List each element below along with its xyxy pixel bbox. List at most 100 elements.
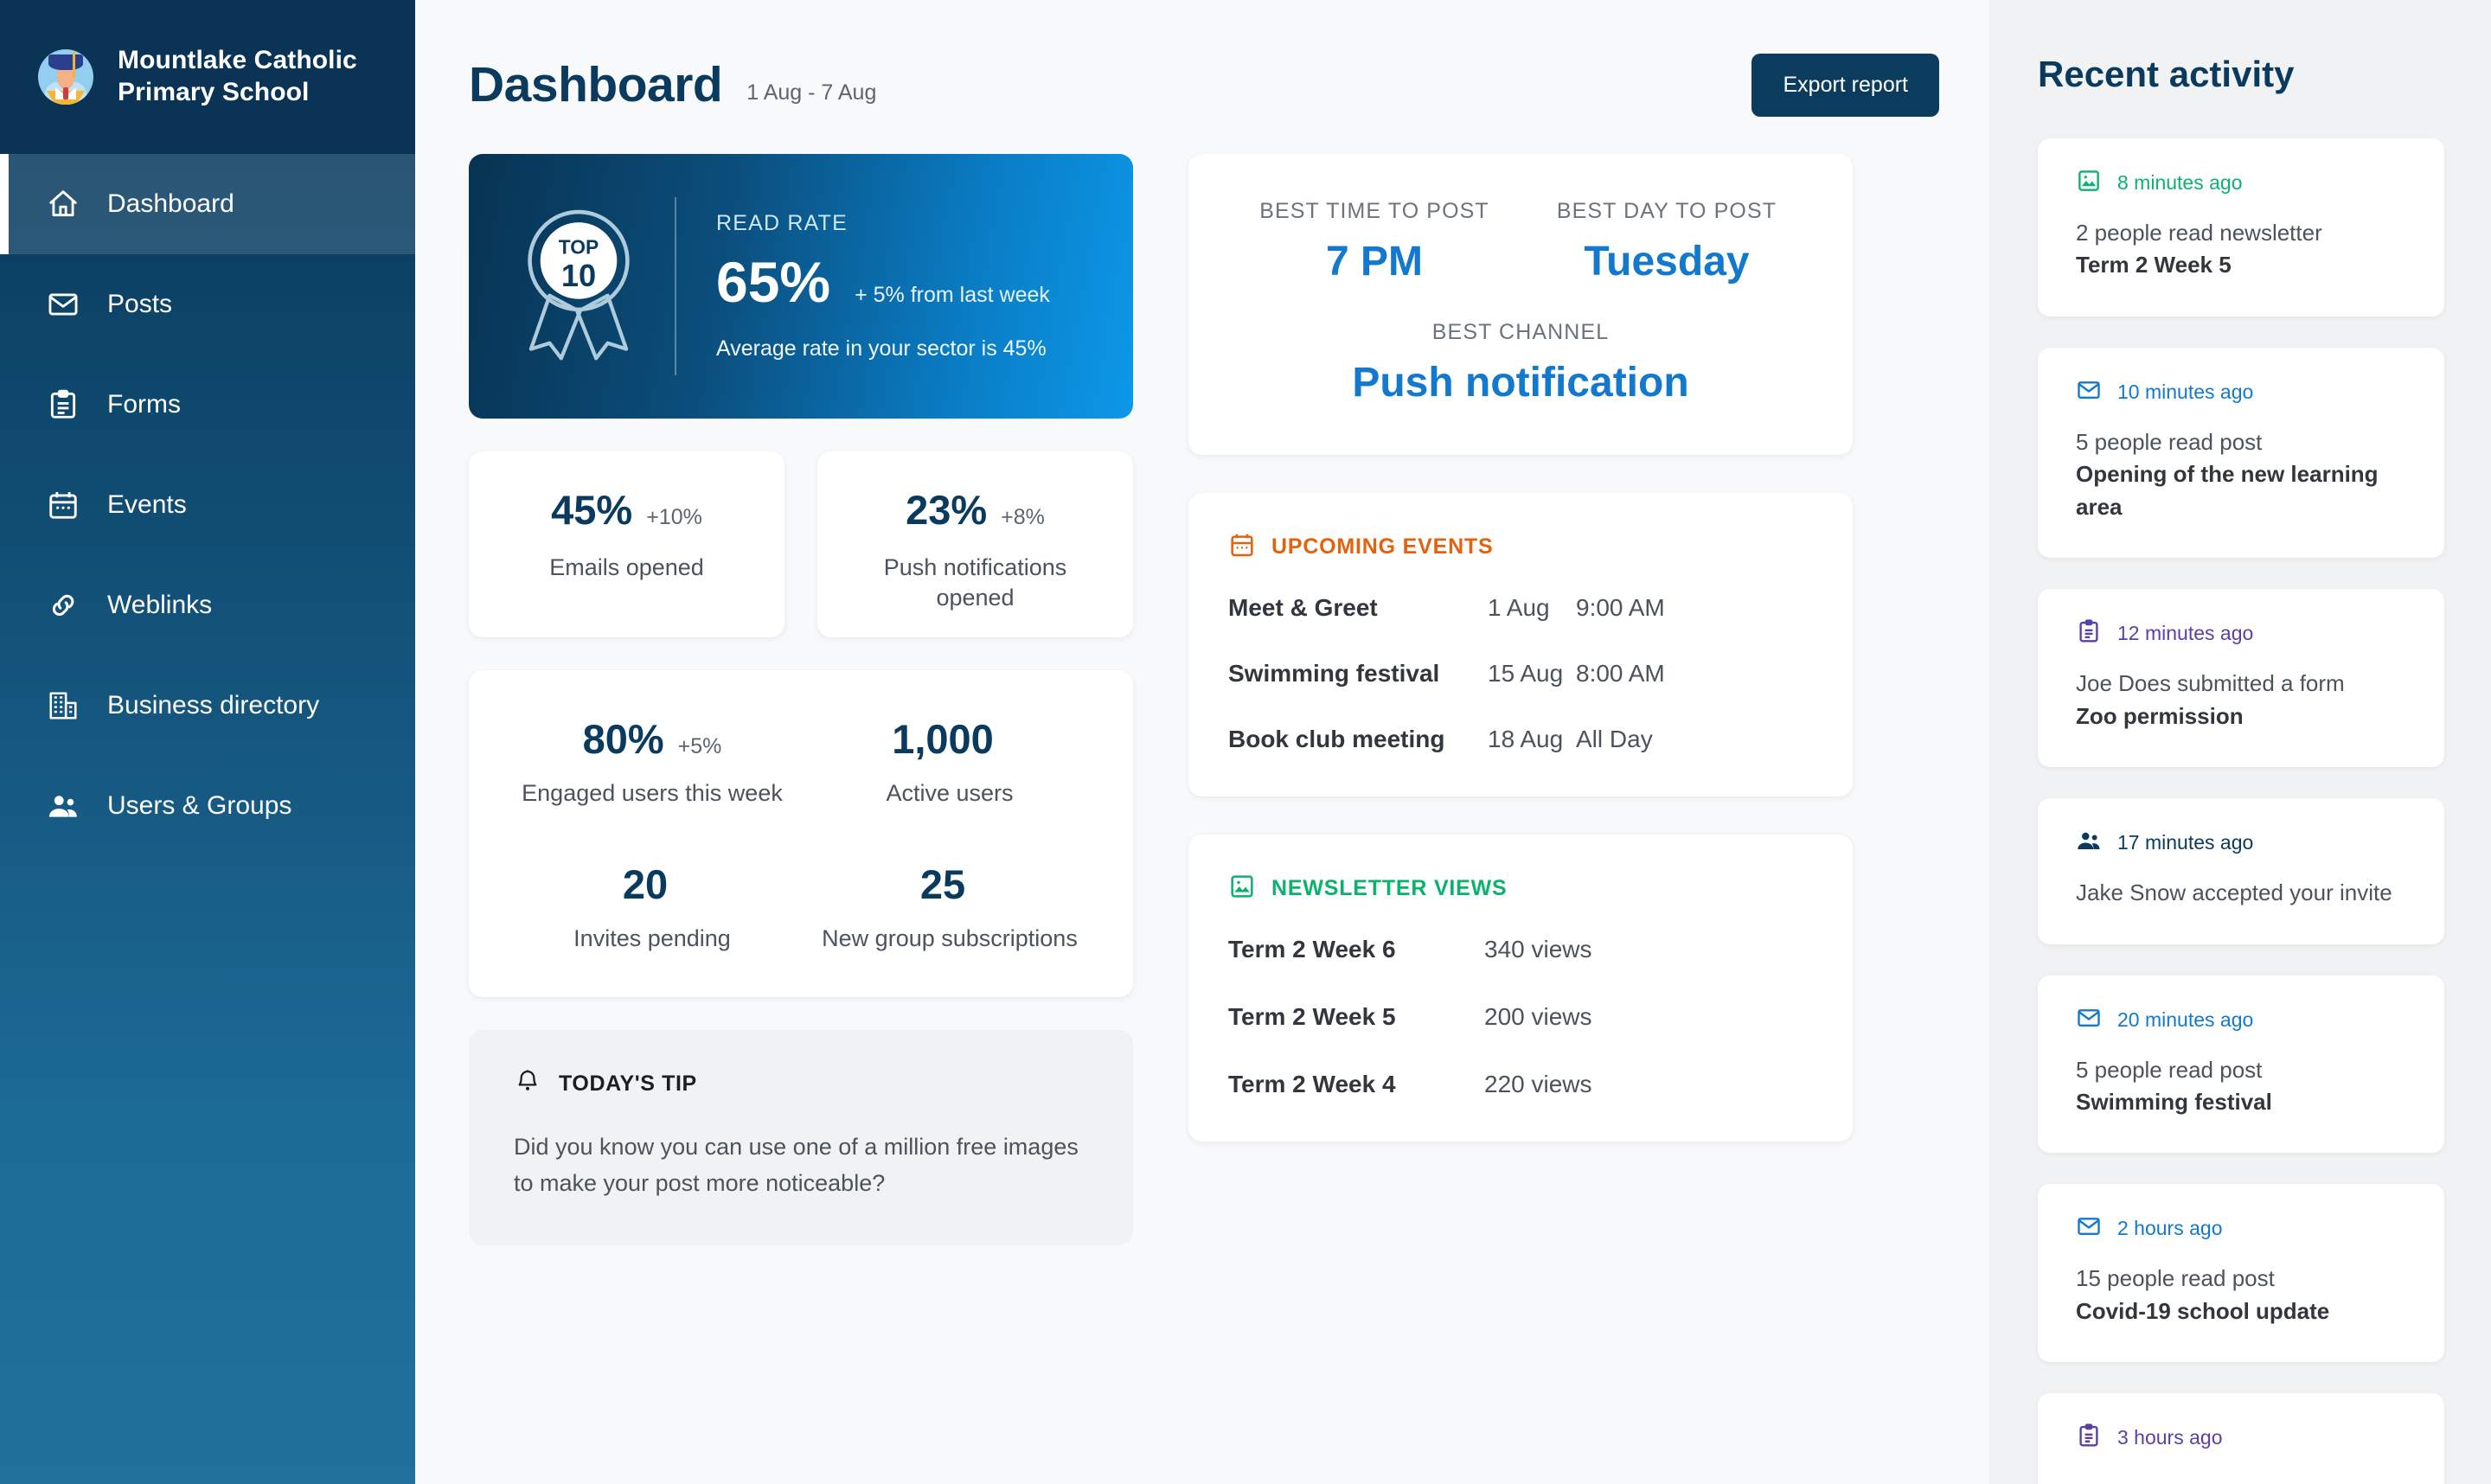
stat-delta: +10% xyxy=(646,505,702,529)
clipboard-icon xyxy=(2076,1423,2102,1453)
page-header: Dashboard 1 Aug - 7 Aug Export report xyxy=(469,45,1939,125)
quad-stat-engaged-users: 80% +5% Engaged users this week xyxy=(503,715,801,807)
recent-activity-panel: Recent activity 8 minutes ago 2 people re… xyxy=(1989,0,2491,1484)
page-title: Dashboard xyxy=(469,57,723,112)
read-rate-label: READ RATE xyxy=(716,211,848,235)
tip-title: TODAY'S TIP xyxy=(559,1071,697,1096)
activity-timestamp: 10 minutes ago xyxy=(2117,380,2254,403)
events-title: UPCOMING EVENTS xyxy=(1271,534,1494,559)
envelope-icon xyxy=(45,286,81,323)
newsletter-row[interactable]: Term 2 Week 5 200 views xyxy=(1228,1003,1813,1031)
sidebar-item-weblinks[interactable]: Weblinks xyxy=(0,555,415,656)
calendar-icon xyxy=(1228,531,1256,563)
event-name: Book club meeting xyxy=(1228,726,1445,752)
activity-description: 5 people read post xyxy=(2076,428,2263,455)
quad-value: 25 xyxy=(919,861,966,907)
event-date: 18 Aug xyxy=(1488,726,1564,752)
sidebar-item-dashboard[interactable]: Dashboard xyxy=(0,154,415,254)
sidebar: Mountlake Catholic Primary School Dashboa… xyxy=(0,0,415,1484)
best-post-metrics-card: BEST TIME TO POST 7 PM BEST DAY TO POST … xyxy=(1188,154,1853,455)
svg-text:10: 10 xyxy=(561,258,596,293)
left-column: TOP 10 READ RATE 65% + 5% from last week… xyxy=(469,154,1133,1245)
activity-description: 15 people read post xyxy=(2076,1265,2275,1292)
clipboard-icon xyxy=(2076,618,2102,649)
event-name: Meet & Greet xyxy=(1228,594,1378,621)
sidebar-item-posts[interactable]: Posts xyxy=(0,254,415,355)
best-time-label: BEST TIME TO POST xyxy=(1259,199,1489,223)
event-time: 9:00 AM xyxy=(1576,594,1665,621)
activity-description: 2 people read newsletter xyxy=(2076,220,2322,246)
sidebar-item-label: Posts xyxy=(107,290,173,318)
activity-item[interactable]: 2 hours ago 15 people read post Covid-19 s… xyxy=(2038,1184,2444,1363)
stat-card-push-notifications-opened: 23% +8% Push notifications opened xyxy=(817,451,1133,637)
clipboard-icon xyxy=(45,387,81,423)
event-date: 15 Aug xyxy=(1488,660,1564,687)
activity-timestamp: 17 minutes ago xyxy=(2117,831,2254,854)
dashboard-app: Mountlake Catholic Primary School Dashboa… xyxy=(0,0,2491,1484)
read-rate-benchmark: Average rate in your sector is 45% xyxy=(716,336,1047,361)
quad-delta: +5% xyxy=(677,734,722,758)
sidebar-item-events[interactable]: Events xyxy=(0,455,415,555)
sidebar-item-forms[interactable]: Forms xyxy=(0,355,415,455)
sidebar-item-users-and-groups[interactable]: Users & Groups xyxy=(0,756,415,856)
best-channel-value: Push notification xyxy=(1352,360,1689,406)
activity-timestamp: 20 minutes ago xyxy=(2117,1007,2254,1031)
image-icon xyxy=(2076,168,2102,198)
newsletter-views-card: NEWSLETTER VIEWS Term 2 Week 6 340 views… xyxy=(1188,835,1853,1142)
users-icon xyxy=(2076,828,2102,858)
newsletter-row[interactable]: Term 2 Week 4 220 views xyxy=(1228,1071,1813,1098)
sidebar-item-label: Users & Groups xyxy=(107,791,292,820)
activity-item[interactable]: 12 minutes ago Joe Does submitted a form Z… xyxy=(2038,589,2444,768)
quad-value: 20 xyxy=(622,861,669,907)
quad-stat-active-users: 1,000 Active users xyxy=(801,715,1098,807)
quad-stat-new-group-subscriptions: 25 New group subscriptions xyxy=(801,860,1098,952)
stat-card-pair: 45% +10% Emails opened 23% +8% Push noti… xyxy=(469,451,1133,637)
sidebar-item-label: Forms xyxy=(107,390,181,419)
sidebar-item-business-directory[interactable]: Business directory xyxy=(0,656,415,756)
quad-value: 80% xyxy=(582,716,664,762)
middle-column: BEST TIME TO POST 7 PM BEST DAY TO POST … xyxy=(1188,154,1853,1245)
activity-item[interactable]: 3 hours ago xyxy=(2038,1393,2444,1484)
read-rate-delta: + 5% from last week xyxy=(855,283,1050,307)
engagement-stats-card: 80% +5% Engaged users this week 1,000 Ac… xyxy=(469,670,1133,997)
newsletter-row[interactable]: Term 2 Week 6 340 views xyxy=(1228,936,1813,963)
activity-item[interactable]: 10 minutes ago 5 people read post Opening … xyxy=(2038,347,2444,559)
quad-label: Engaged users this week xyxy=(522,780,783,806)
best-time-block: BEST TIME TO POST 7 PM xyxy=(1228,199,1521,285)
sidebar-nav: Dashboard Posts Forms Events Weblinks Bu… xyxy=(0,154,415,856)
activity-subject: Opening of the new learning area xyxy=(2076,461,2379,520)
sidebar-item-label: Weblinks xyxy=(107,591,213,619)
read-rate-value: 65% xyxy=(716,250,831,314)
brand-header[interactable]: Mountlake Catholic Primary School xyxy=(0,0,415,154)
image-icon xyxy=(1228,873,1256,905)
date-range: 1 Aug - 7 Aug xyxy=(746,80,877,105)
activity-item[interactable]: 17 minutes ago Jake Snow accepted your in… xyxy=(2038,798,2444,944)
activity-item[interactable]: 20 minutes ago 5 people read post Swimming… xyxy=(2038,975,2444,1154)
award-ribbon-icon: TOP 10 xyxy=(514,205,644,368)
activity-item[interactable]: 8 minutes ago 2 people read newsletter Ter… xyxy=(2038,138,2444,317)
stat-card-emails-opened: 45% +10% Emails opened xyxy=(469,451,784,637)
quad-label: Active users xyxy=(886,780,1014,806)
todays-tip-card: TODAY'S TIP Did you know you can use one… xyxy=(469,1030,1133,1245)
bell-icon xyxy=(514,1068,541,1100)
newsletter-name: Term 2 Week 5 xyxy=(1228,1003,1396,1030)
export-report-button[interactable]: Export report xyxy=(1751,53,1939,117)
event-row[interactable]: Book club meeting 18 Aug All Day xyxy=(1228,726,1813,753)
activity-timestamp: 8 minutes ago xyxy=(2117,171,2243,194)
event-time: 8:00 AM xyxy=(1576,660,1665,687)
stat-label: Emails opened xyxy=(549,554,704,580)
best-time-value: 7 PM xyxy=(1325,239,1424,285)
activity-description: Joe Does submitted a form xyxy=(2076,670,2345,697)
envelope-icon xyxy=(2076,1005,2102,1035)
best-channel-label: BEST CHANNEL xyxy=(1431,320,1610,344)
newsletter-views: 220 views xyxy=(1484,1071,1592,1097)
quad-value: 1,000 xyxy=(892,716,994,762)
newsletter-views: 200 views xyxy=(1484,1003,1592,1030)
event-row[interactable]: Swimming festival 15 Aug 8:00 AM xyxy=(1228,660,1813,688)
event-row[interactable]: Meet & Greet 1 Aug 9:00 AM xyxy=(1228,594,1813,622)
main-content: Dashboard 1 Aug - 7 Aug Export report TO… xyxy=(415,0,1989,1484)
best-day-value: Tuesday xyxy=(1584,239,1750,285)
svg-text:TOP: TOP xyxy=(559,235,599,258)
envelope-icon xyxy=(2076,1213,2102,1244)
building-icon xyxy=(45,688,81,724)
